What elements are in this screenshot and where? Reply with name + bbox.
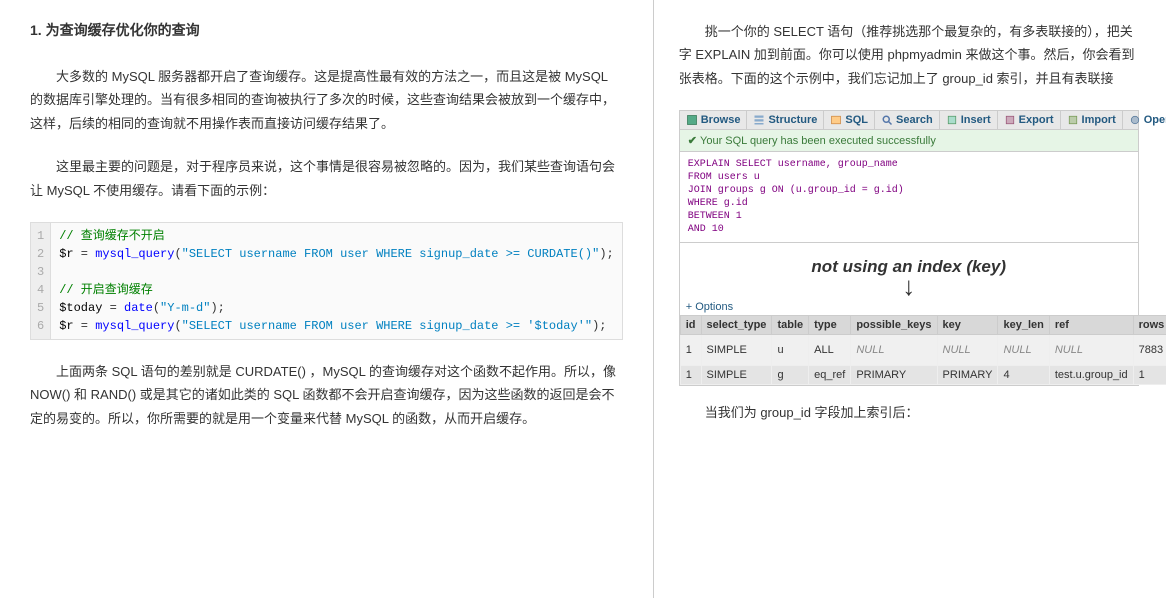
arrow-down-icon: ↓ <box>680 279 1138 299</box>
options-link[interactable]: + Options <box>680 299 1138 315</box>
code-body: // 查询缓存不开启 $r = mysql_query("SELECT user… <box>51 223 622 339</box>
para-r1: 挑一个你的 SELECT 语句（推荐挑选那个最复杂的，有多表联接的），把关字 E… <box>679 20 1139 90</box>
para-r2: 当我们为 group_id 字段加上索引后： <box>679 401 1139 424</box>
tab-sql[interactable]: SQL <box>824 111 875 129</box>
page-right: 挑一个你的 SELECT 语句（推荐挑选那个最复杂的，有多表联接的），把关字 E… <box>654 0 1166 598</box>
explain-table: id select_type table type possible_keys … <box>680 315 1166 385</box>
page-left: 1. 为查询缓存优化你的查询 大多数的 MySQL 服务器都开启了查询缓存。这是… <box>0 0 654 598</box>
export-icon <box>1004 114 1016 126</box>
para-1: 大多数的 MySQL 服务器都开启了查询缓存。这是提高性最有效的方法之一，而且这… <box>30 65 623 135</box>
heading-1: 1. 为查询缓存优化你的查询 <box>30 20 623 40</box>
success-message: Your SQL query has been executed success… <box>680 130 1138 152</box>
table-row: 1SIMPLEuALLNULLNULLNULLNULL7883Using whe… <box>680 334 1166 365</box>
tab-import[interactable]: Import <box>1061 111 1123 129</box>
col-key-len: key_len <box>998 315 1049 334</box>
structure-icon <box>753 114 765 126</box>
tab-structure[interactable]: Structure <box>747 111 824 129</box>
browse-icon <box>686 114 698 126</box>
sql-query: EXPLAIN SELECT username, group_name FROM… <box>680 152 1138 243</box>
search-icon <box>881 114 893 126</box>
col-type: type <box>809 315 851 334</box>
col-table: table <box>772 315 809 334</box>
col-possible-keys: possible_keys <box>851 315 937 334</box>
tab-export[interactable]: Export <box>998 111 1061 129</box>
code-block: 123456 // 查询缓存不开启 $r = mysql_query("SELE… <box>30 222 623 340</box>
tab-operations[interactable]: Operations <box>1123 111 1166 129</box>
tab-bar: Browse Structure SQL Search Insert Expor… <box>680 111 1138 130</box>
sql-icon <box>830 114 842 126</box>
phpmyadmin-panel: Browse Structure SQL Search Insert Expor… <box>679 110 1139 386</box>
para-2: 这里最主要的问题是，对于程序员来说，这个事情是很容易被忽略的。因为，我们某些查询… <box>30 155 623 202</box>
insert-icon <box>946 114 958 126</box>
col-key: key <box>937 315 998 334</box>
col-id: id <box>680 315 701 334</box>
table-row: 1SIMPLEgeq_refPRIMARYPRIMARY4test.u.grou… <box>680 365 1166 384</box>
col-select-type: select_type <box>701 315 772 334</box>
import-icon <box>1067 114 1079 126</box>
tab-browse[interactable]: Browse <box>680 111 748 129</box>
col-ref: ref <box>1049 315 1133 334</box>
tab-insert[interactable]: Insert <box>940 111 998 129</box>
gear-icon <box>1129 114 1141 126</box>
col-rows: rows <box>1133 315 1166 334</box>
code-gutter: 123456 <box>31 223 51 339</box>
tab-search[interactable]: Search <box>875 111 940 129</box>
para-3: 上面两条 SQL 语句的差别就是 CURDATE() ，MySQL 的查询缓存对… <box>30 360 623 430</box>
